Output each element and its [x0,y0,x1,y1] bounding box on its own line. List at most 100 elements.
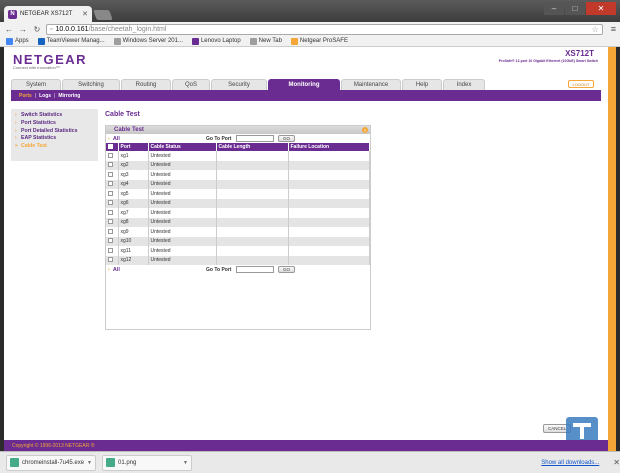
goto-port-input[interactable] [236,266,274,273]
all-link[interactable]: › All [108,267,120,273]
close-downloads-icon[interactable]: ✕ [613,458,620,467]
logout-button[interactable]: LOGOUT [568,80,594,88]
bookmark-item[interactable]: Windows Server 201... [113,37,183,45]
downloads-shelf: chromeinstall-7u45.exe ▼ 01.png ▼ Show all d… [0,451,620,473]
select-all-header[interactable] [106,143,119,151]
goto-row-bottom: › All Go To Port GO [106,265,370,274]
bookmark-item[interactable]: Lenovo Laptop [191,37,241,45]
minimize-icon[interactable]: – [544,2,564,15]
new-tab-button[interactable] [93,10,113,20]
table-row[interactable]: xg9 Untested [106,227,370,237]
subnav-ports[interactable]: Ports [19,93,32,99]
table-row[interactable]: xg6 Untested [106,198,370,208]
row-checkbox[interactable] [108,162,113,168]
bookmark-item[interactable]: TeamViewer Manag... [37,37,105,45]
download-item[interactable]: chromeinstall-7u45.exe ▼ [6,454,96,471]
row-checkbox[interactable] [108,238,113,244]
tab-routing[interactable]: Routing [121,79,171,90]
bookmark-label: Lenovo Laptop [200,38,241,44]
sidebar-item-cable-test[interactable]: » Cable Test [15,143,98,151]
table-row[interactable]: xg10 Untested [106,236,370,246]
cell-port: xg10 [118,236,149,246]
netgear-page: NETGEAR Connect with Innovation™ XS712T … [4,47,616,451]
cell-port: xg2 [118,160,149,170]
cell-port: xg6 [118,198,149,208]
row-checkbox[interactable] [108,257,113,263]
table-row[interactable]: xg3 Untested [106,170,370,180]
row-select-cell[interactable] [106,246,119,256]
help-icon[interactable]: ? [362,127,368,133]
row-select-cell[interactable] [106,236,119,246]
sidebar-item-switch-statistics[interactable]: › Switch Statistics [15,112,98,120]
row-checkbox[interactable] [108,228,113,234]
table-row[interactable]: xg5 Untested [106,189,370,199]
go-button[interactable]: GO [278,135,295,142]
tab-system[interactable]: System [11,79,61,90]
row-checkbox[interactable] [108,190,113,196]
maximize-icon[interactable]: □ [565,2,585,15]
download-item[interactable]: 01.png ▼ [102,454,192,471]
download-menu-icon[interactable]: ▼ [183,460,188,466]
table-row[interactable]: xg7 Untested [106,208,370,218]
cell-failure [288,198,370,208]
row-select-cell[interactable] [106,198,119,208]
tab-security[interactable]: Security [211,79,267,90]
table-row[interactable]: xg2 Untested [106,160,370,170]
subnav-mirroring[interactable]: Mirroring [58,93,80,99]
tab-maintenance[interactable]: Maintenance [341,79,401,90]
chrome-menu-icon[interactable]: ≡ [611,24,616,34]
goto-port-input[interactable] [236,135,274,142]
row-checkbox[interactable] [108,152,113,158]
sidebar-item-port-statistics[interactable]: › Port Statistics [15,120,98,128]
row-checkbox[interactable] [108,209,113,215]
row-select-cell[interactable] [106,217,119,227]
close-window-icon[interactable]: ✕ [586,2,616,15]
bookmark-star-icon[interactable]: ☆ [592,25,599,34]
row-checkbox[interactable] [108,247,113,253]
row-select-cell[interactable] [106,255,119,265]
reload-icon[interactable]: ↻ [32,25,42,34]
row-checkbox[interactable] [108,171,113,177]
sidebar-item-eap-statistics[interactable]: › EAP Statistics [15,135,98,143]
cell-port: xg9 [118,227,149,237]
row-select-cell[interactable] [106,179,119,189]
sidebar-bullet-icon: › [15,135,17,142]
bookmark-label: New Tab [258,38,282,44]
table-row[interactable]: xg11 Untested [106,246,370,256]
row-select-cell[interactable] [106,160,119,170]
select-all-checkbox[interactable] [108,144,113,150]
address-bar[interactable]: ▫ 10.0.0.161/base/cheetah_login.html ☆ [46,23,603,35]
forward-icon[interactable]: → [18,25,28,34]
tab-help[interactable]: Help [402,79,442,90]
table-row[interactable]: xg12 Untested [106,255,370,265]
row-checkbox[interactable] [108,181,113,187]
row-checkbox[interactable] [108,219,113,225]
download-menu-icon[interactable]: ▼ [87,460,92,466]
all-link[interactable]: › All [108,136,120,142]
bookmark-item[interactable]: Apps [6,37,29,45]
cell-length [216,151,289,161]
sidebar-item-port-detailed-statistics[interactable]: › Port Detailed Statistics [15,128,98,136]
row-select-cell[interactable] [106,208,119,218]
back-icon[interactable]: ← [4,25,14,34]
tab-close-icon[interactable]: ✕ [82,10,88,18]
row-checkbox[interactable] [108,200,113,206]
browser-tab[interactable]: N NETGEAR XS712T ✕ [4,6,92,22]
row-select-cell[interactable] [106,151,119,161]
go-button[interactable]: GO [278,266,295,273]
tab-switching[interactable]: Switching [62,79,120,90]
bookmark-item[interactable]: Netgear ProSAFE [290,37,348,45]
tab-monitoring[interactable]: Monitoring [268,79,340,90]
tab-qos[interactable]: QoS [172,79,210,90]
show-all-downloads-link[interactable]: Show all downloads... [541,460,599,466]
table-row[interactable]: xg1 Untested [106,151,370,161]
row-select-cell[interactable] [106,189,119,199]
subnav-logs[interactable]: Logs [39,93,51,99]
row-select-cell[interactable] [106,170,119,180]
table-row[interactable]: xg8 Untested [106,217,370,227]
tab-index[interactable]: Index [443,79,485,90]
table-row[interactable]: xg4 Untested [106,179,370,189]
row-select-cell[interactable] [106,227,119,237]
bookmark-item[interactable]: New Tab [249,37,282,45]
file-icon [10,458,19,467]
